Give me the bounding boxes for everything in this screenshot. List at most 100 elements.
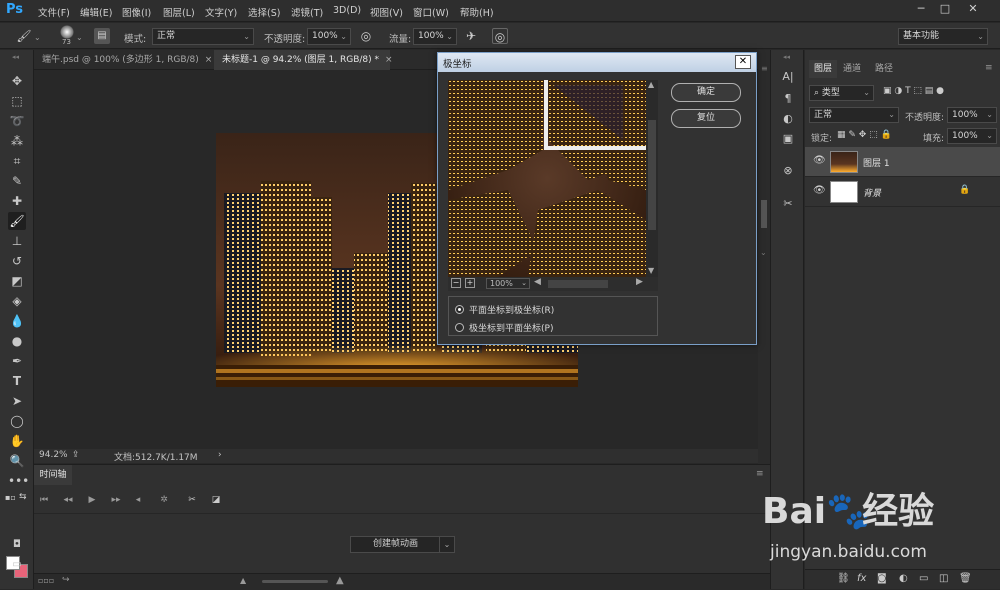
dialog-titlebar[interactable]: 极坐标 ✕ <box>438 53 756 72</box>
preview-zoom-select[interactable]: 100% ⌄ <box>486 278 530 289</box>
mask-icon[interactable]: ◙ <box>877 573 887 584</box>
layer-name[interactable]: 图层 1 <box>863 156 890 169</box>
pressure-size-icon[interactable]: ◎ <box>492 28 508 44</box>
zoom-in-button[interactable]: + <box>465 278 475 288</box>
menu-edit[interactable]: 编辑(E) <box>80 5 112 19</box>
close-window-button[interactable]: ✕ <box>964 1 982 17</box>
layer-name[interactable]: 背景 <box>863 186 881 199</box>
mode-select[interactable]: 正常 ⌄ <box>152 28 254 45</box>
opacity-field[interactable]: 100% ⌄ <box>307 28 351 45</box>
scissors-icon[interactable]: ✂ <box>184 492 200 508</box>
filter-preview[interactable] <box>448 80 646 277</box>
visibility-eye-icon[interactable]: 👁 <box>813 155 826 166</box>
export-icon[interactable]: ⇪ <box>72 450 80 460</box>
tab-paths[interactable]: 路径 <box>875 60 893 78</box>
swap-colors-icon[interactable]: ⇆ <box>19 492 27 502</box>
layer-filter-icons[interactable]: ▣ ◑ T ⬚ ▤ ● <box>883 86 944 96</box>
brush-preview-icon[interactable] <box>60 25 74 39</box>
chevron-down-icon[interactable]: ⌄ <box>760 248 767 257</box>
close-tab-icon[interactable]: × <box>205 55 213 65</box>
layer-row-background[interactable]: 👁 背景 🔒 <box>805 177 1000 207</box>
new-layer-icon[interactable]: ◫ <box>939 573 948 584</box>
zoom-tool-icon[interactable]: 🔍 <box>8 452 26 470</box>
close-tab-icon[interactable]: × <box>385 55 393 65</box>
tool-preset-chevron-icon[interactable]: ⌄ <box>34 33 41 42</box>
menu-window[interactable]: 窗口(W) <box>413 5 449 19</box>
tool-presets-panel-icon[interactable]: ✂ <box>779 195 797 213</box>
properties-panel-icon[interactable]: ▣ <box>779 130 797 148</box>
clone-stamp-tool-icon[interactable]: ⊥ <box>8 232 26 250</box>
tab-timeline[interactable]: 时间轴 <box>34 465 72 485</box>
type-tool-icon[interactable]: T <box>8 372 26 390</box>
go-to-first-frame-icon[interactable]: ⏮ <box>36 492 52 508</box>
adjustments-panel-icon[interactable]: ◐ <box>779 110 797 128</box>
menu-view[interactable]: 视图(V) <box>370 5 403 19</box>
path-selection-tool-icon[interactable]: ➤ <box>8 392 26 410</box>
minimize-button[interactable]: ─ <box>912 1 930 17</box>
folder-icon[interactable]: ▭ <box>919 573 928 584</box>
convert-icon[interactable]: ↪ <box>62 575 70 585</box>
audio-icon[interactable]: ◂ <box>130 492 146 508</box>
ellipse-tool-icon[interactable]: ◯ <box>8 412 26 430</box>
menu-type[interactable]: 文字(Y) <box>205 5 237 19</box>
menu-layer[interactable]: 图层(L) <box>163 5 195 19</box>
transition-icon[interactable]: ◪ <box>208 492 224 508</box>
eraser-tool-icon[interactable]: ◩ <box>8 272 26 290</box>
scroll-down-icon[interactable]: ▼ <box>648 266 654 275</box>
blur-tool-icon[interactable]: 💧 <box>8 312 26 330</box>
scroll-thumb[interactable] <box>648 120 656 230</box>
menu-file[interactable]: 文件(F) <box>38 5 70 19</box>
dodge-tool-icon[interactable]: ● <box>8 332 26 350</box>
tab-untitled-1[interactable]: 未标题-1 @ 94.2% (图层 1, RGB/8) * × <box>214 50 393 70</box>
fill-field[interactable]: 100% ⌄ <box>947 128 997 144</box>
history-brush-tool-icon[interactable]: ↺ <box>8 252 26 270</box>
layer-row-layer-1[interactable]: 👁 图层 1 <box>805 147 1000 177</box>
previous-frame-icon[interactable]: ◂◂ <box>60 492 76 508</box>
pen-tool-icon[interactable]: ✒ <box>8 352 26 370</box>
zoom-out-icon[interactable]: ▲ <box>240 576 246 585</box>
menu-help[interactable]: 帮助(H) <box>460 5 494 19</box>
dialog-close-button[interactable]: ✕ <box>735 55 751 69</box>
ok-button[interactable]: 确定 <box>671 83 741 102</box>
trash-icon[interactable]: 🗑 <box>959 573 972 584</box>
menu-select[interactable]: 选择(S) <box>248 5 280 19</box>
paragraph-panel-icon[interactable]: ¶ <box>779 90 797 108</box>
eyedropper-tool-icon[interactable]: ✎ <box>8 172 26 190</box>
create-animation-dropdown[interactable]: ⌄ <box>439 536 455 553</box>
play-icon[interactable]: ▶ <box>84 492 100 508</box>
flow-field[interactable]: 100% ⌄ <box>413 28 457 45</box>
layer-filter-select[interactable]: ⌕ 类型 ⌄ <box>809 85 874 101</box>
brush-panel-toggle-icon[interactable]: ▤ <box>94 28 110 44</box>
blend-mode-select[interactable]: 正常 ⌄ <box>809 107 899 123</box>
scroll-up-icon[interactable]: ▲ <box>648 80 654 89</box>
settings-gear-icon[interactable]: ✲ <box>156 492 172 508</box>
collapse-icon[interactable]: ◂◂ <box>783 53 790 61</box>
more-tools-icon[interactable]: ••• <box>8 472 29 490</box>
pressure-opacity-icon[interactable]: ◎ <box>358 28 374 44</box>
lasso-tool-icon[interactable]: ➰ <box>8 112 26 130</box>
zoom-level[interactable]: 94.2% <box>39 450 68 460</box>
default-colors-icon[interactable]: ▪▫ <box>5 493 16 502</box>
menu-filter[interactable]: 滤镜(T) <box>291 5 323 19</box>
quick-mask-icon[interactable]: ◘ <box>8 536 26 554</box>
crop-tool-icon[interactable]: ⌗ <box>8 152 26 170</box>
menu-3d[interactable]: 3D(D) <box>333 5 361 16</box>
status-menu-arrow-icon[interactable]: › <box>218 450 222 460</box>
clone-source-panel-icon[interactable]: ⊗ <box>779 162 797 180</box>
brush-picker-chevron-icon[interactable]: ⌄ <box>76 33 83 42</box>
layer-opacity-field[interactable]: 100% ⌄ <box>947 107 997 123</box>
workspace-select[interactable]: 基本功能 ⌄ <box>898 28 988 45</box>
brush-tool-icon[interactable]: 🖌 <box>8 212 26 230</box>
zoom-in-icon[interactable]: ▲ <box>336 575 344 586</box>
menu-image[interactable]: 图像(I) <box>122 5 151 19</box>
panel-menu-icon[interactable]: ≡ <box>985 63 993 73</box>
scrollbar-thumb[interactable] <box>761 200 767 228</box>
toolbar-collapse-icon[interactable]: ◂◂ <box>12 53 19 61</box>
screen-mode-icon[interactable]: ▭ <box>8 556 26 574</box>
maximize-button[interactable]: □ <box>936 1 954 17</box>
preview-vertical-scrollbar[interactable]: ▲ ▼ <box>646 80 658 277</box>
adjustment-icon[interactable]: ◐ <box>899 573 908 584</box>
tab-duanwu[interactable]: 端午.psd @ 100% (多边形 1, RGB/8) × <box>34 50 212 70</box>
zoom-slider[interactable] <box>262 580 328 583</box>
healing-brush-tool-icon[interactable]: ✚ <box>8 192 26 210</box>
